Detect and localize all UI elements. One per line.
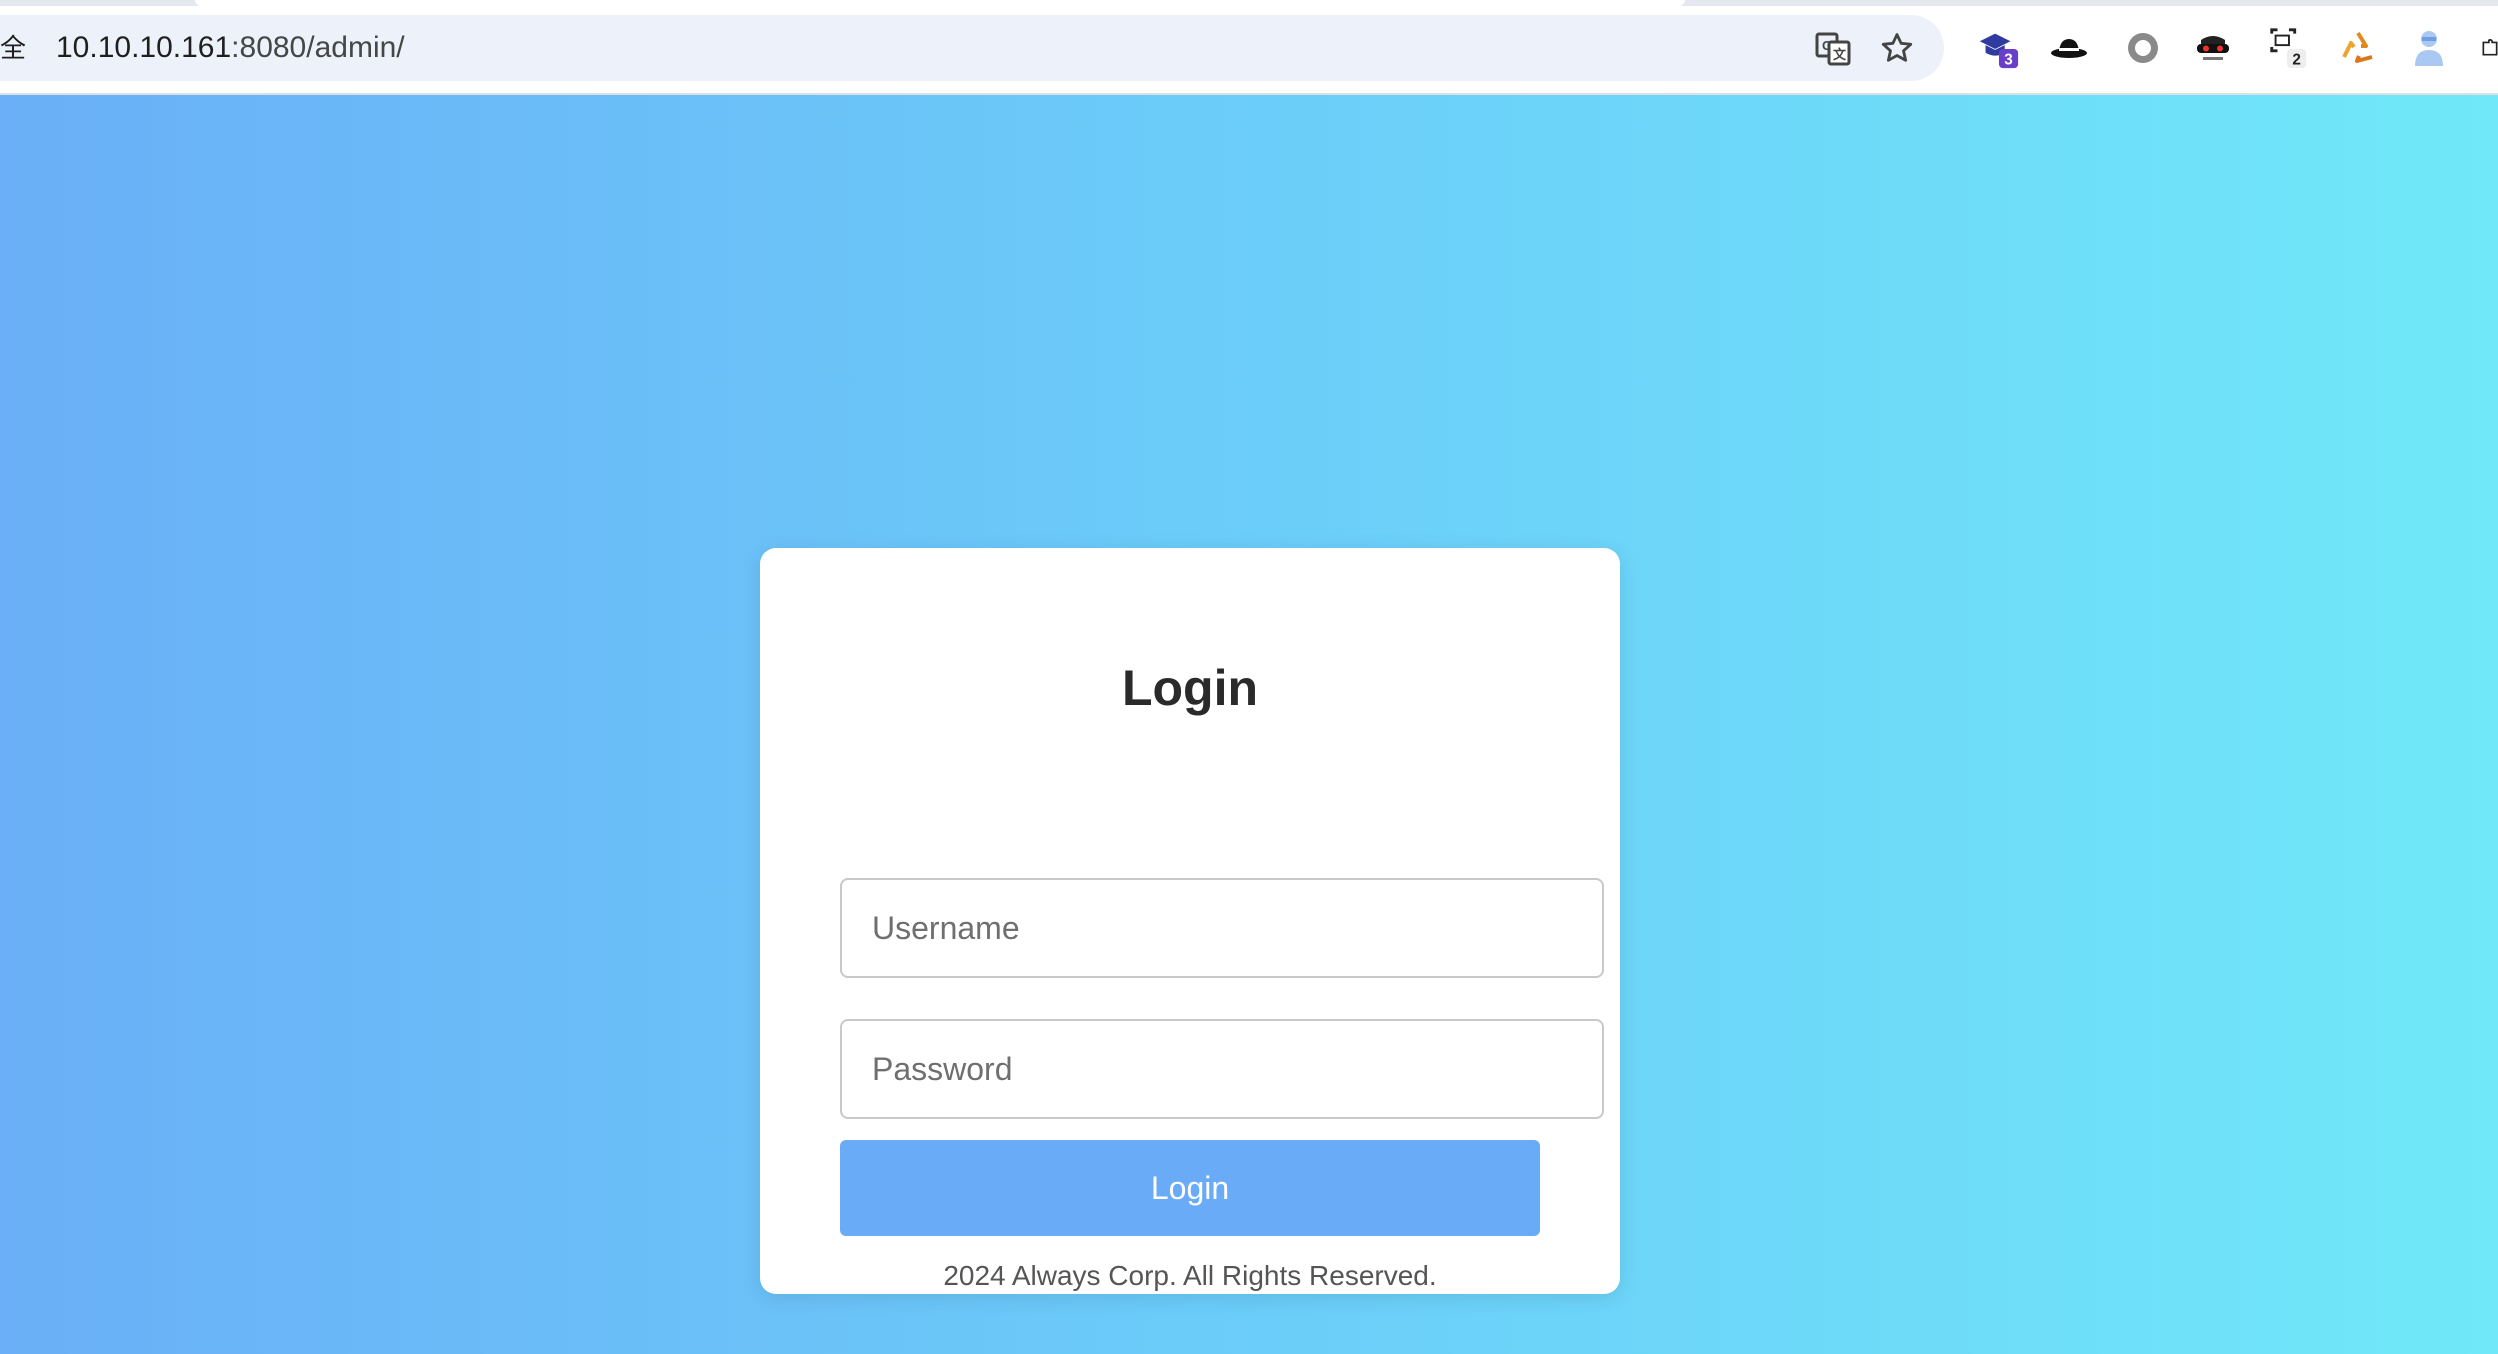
graduation-cap-extension-icon[interactable]: 3 bbox=[1976, 26, 2020, 70]
active-tab[interactable] bbox=[195, 0, 1685, 6]
site-info-icon[interactable]: 全 bbox=[0, 33, 30, 63]
copyright-text: 2024 Always Corp. All Rights Reserved. bbox=[943, 1260, 1437, 1291]
login-title: Login bbox=[1121, 660, 1259, 716]
browser-toolbar: 全 10.10.10.161:8080/admin/ G 文 3 2 bbox=[0, 0, 2498, 95]
bookmark-star-icon[interactable] bbox=[1877, 28, 1917, 68]
recycle-extension-icon[interactable] bbox=[2336, 26, 2380, 70]
hat-extension-icon[interactable] bbox=[2047, 26, 2091, 70]
username-input[interactable] bbox=[840, 878, 1604, 978]
person-extension-icon[interactable] bbox=[2407, 26, 2451, 70]
url-text[interactable]: 10.10.10.161:8080/admin/ bbox=[56, 28, 405, 68]
tab-strip bbox=[0, 0, 2498, 6]
password-input[interactable] bbox=[840, 1019, 1604, 1119]
extension-badge: 3 bbox=[2004, 51, 2013, 68]
svg-text:文: 文 bbox=[1833, 47, 1847, 62]
login-button[interactable]: Login bbox=[840, 1140, 1540, 1236]
login-card: Login Login 2024 Always Corp. All Rights… bbox=[760, 548, 1620, 1294]
extensions-menu-icon[interactable] bbox=[2480, 26, 2498, 70]
mask-extension-icon[interactable] bbox=[2191, 26, 2235, 70]
translate-icon[interactable]: G 文 bbox=[1813, 28, 1853, 68]
circle-extension-icon[interactable] bbox=[2121, 26, 2165, 70]
url-host: 10.10.10.161 bbox=[56, 31, 232, 64]
scanner-extension-icon[interactable]: 2 bbox=[2266, 26, 2310, 70]
url-path: :8080/admin/ bbox=[231, 31, 405, 64]
page-background: Login Login 2024 Always Corp. All Rights… bbox=[0, 95, 2498, 1354]
extension-badge: 2 bbox=[2292, 51, 2301, 68]
